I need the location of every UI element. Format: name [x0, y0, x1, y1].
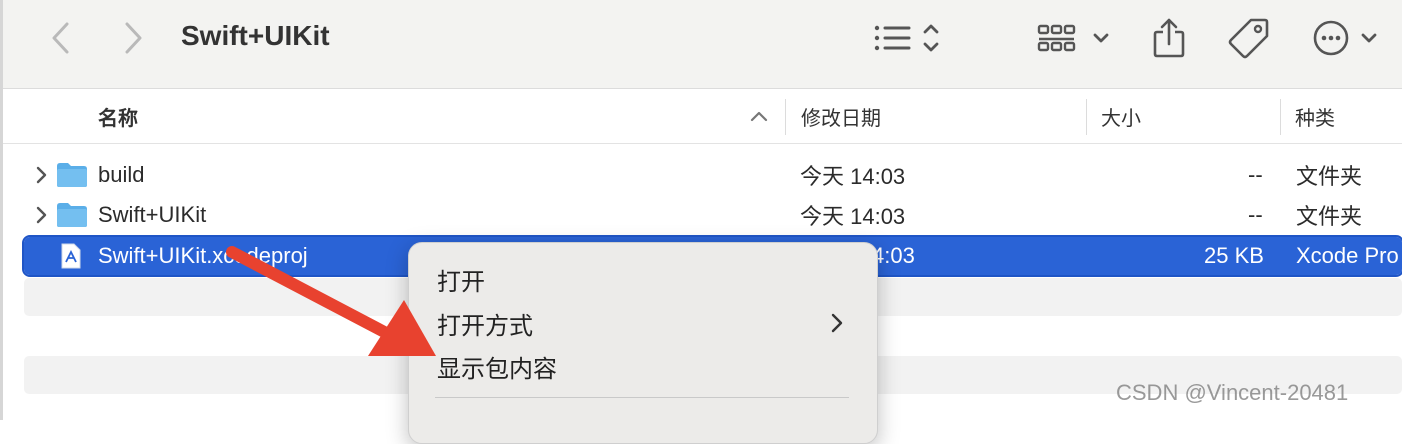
watermark: CSDN @Vincent-20481 — [1116, 380, 1349, 405]
annotation-arrow-icon — [226, 246, 436, 356]
